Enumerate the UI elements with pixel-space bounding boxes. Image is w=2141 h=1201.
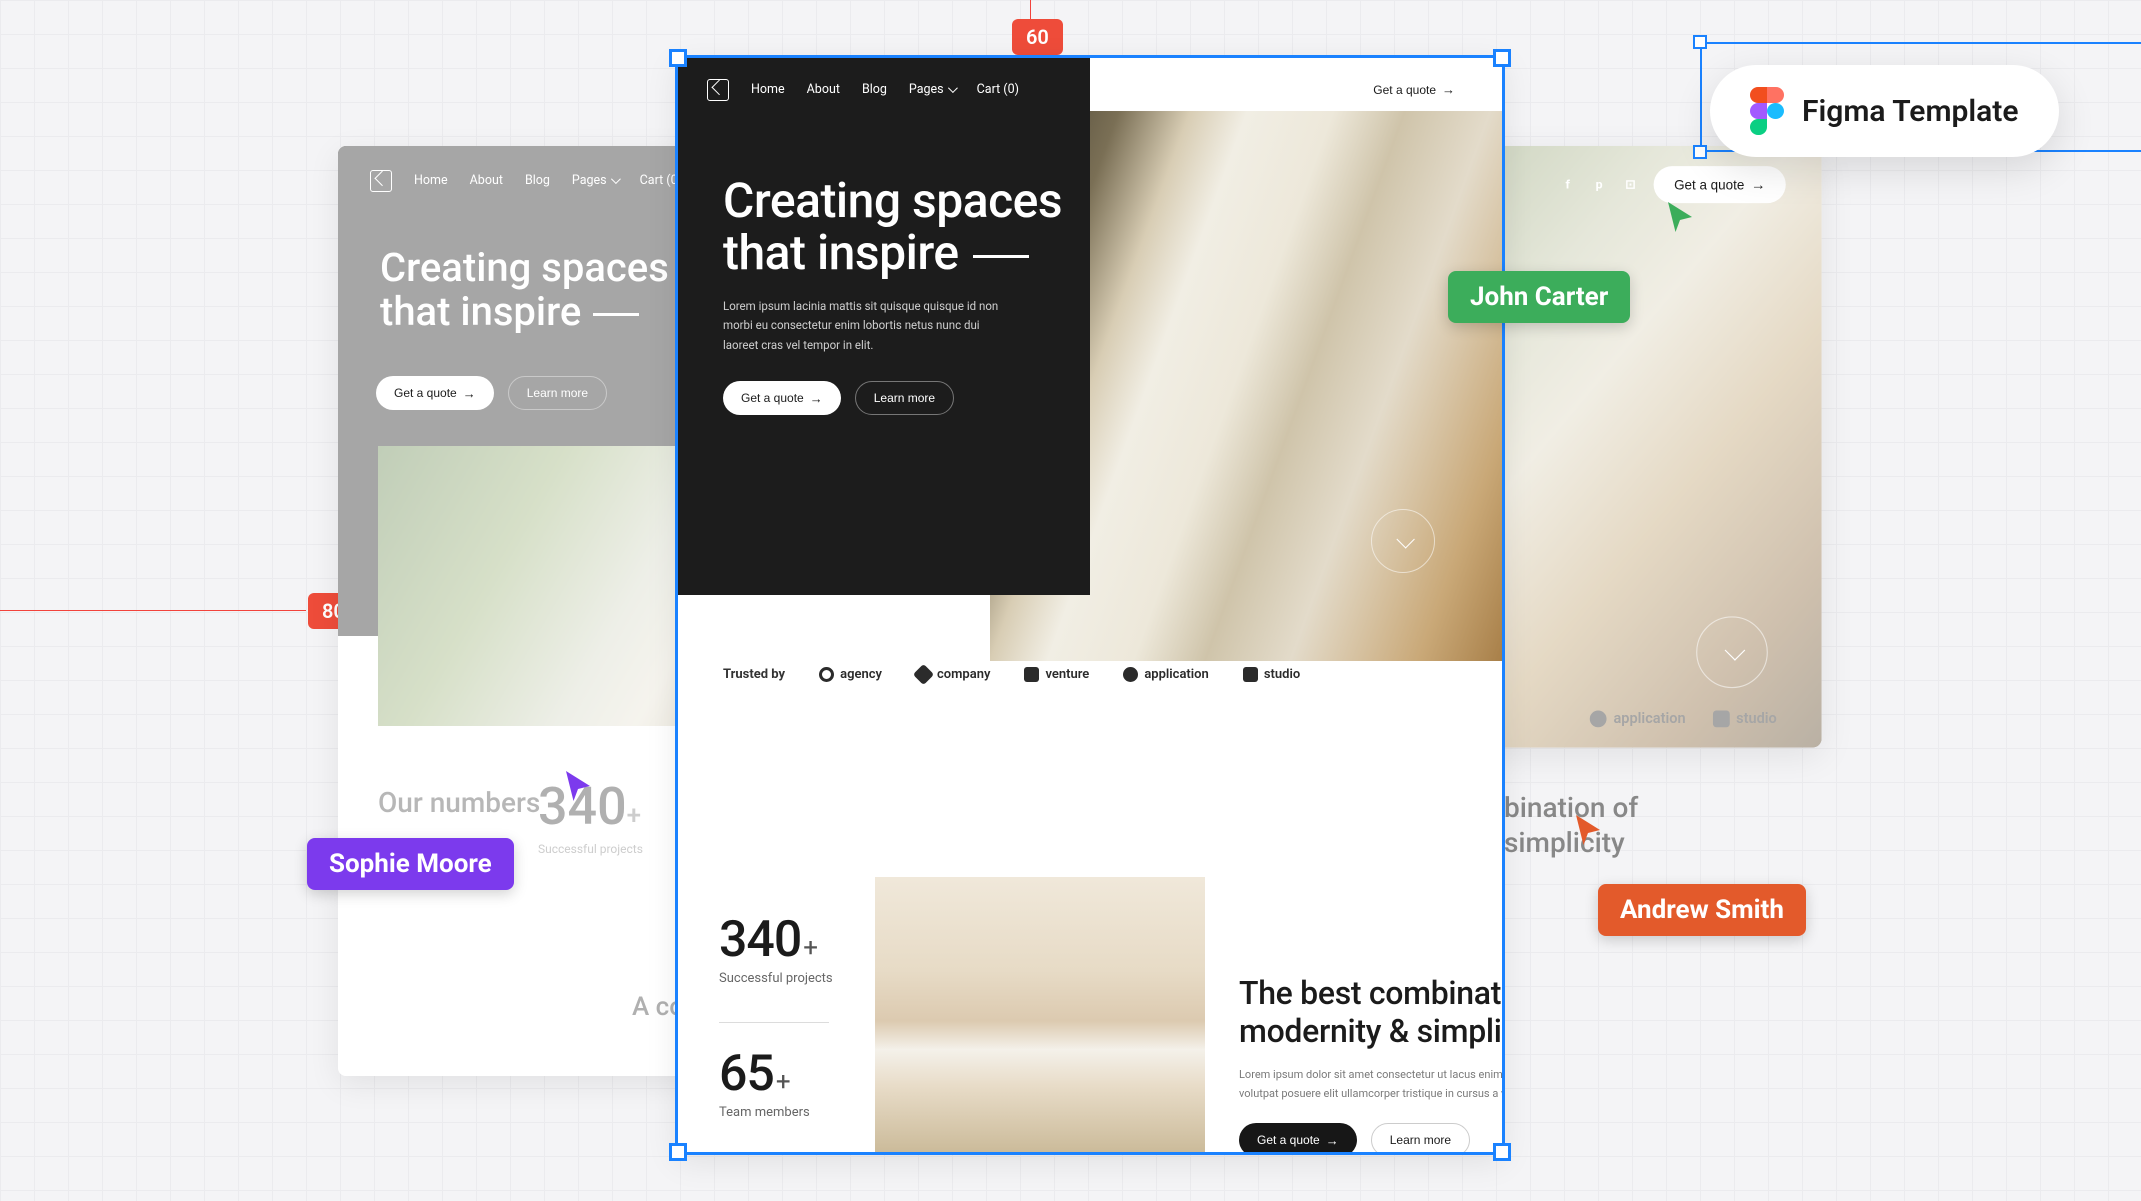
figma-template-pill[interactable]: Figma Template [1710, 65, 2059, 157]
collaborator-name-tag: Sophie Moore [307, 838, 514, 890]
collaborator-sophie: Sophie Moore [307, 838, 514, 890]
figma-pill-label: Figma Template [1802, 94, 2019, 129]
trusted-label: Trusted by [723, 667, 785, 682]
resize-handle-bl[interactable] [1693, 145, 1707, 159]
brand-studio: studio [1243, 667, 1300, 682]
hero-title: Creating spaces that inspire [723, 175, 1090, 279]
brand-venture: venture [1024, 667, 1089, 682]
logo-icon [707, 79, 729, 101]
nav-about[interactable]: About [470, 173, 503, 188]
measurement-top: 60 [1012, 19, 1063, 55]
get-quote-button[interactable]: Get a quote [1355, 73, 1473, 106]
learn-more-button[interactable]: Learn more [1371, 1123, 1470, 1155]
stat-number: 340+ [719, 911, 833, 969]
brand-application: application [1123, 667, 1209, 682]
logo-icon [370, 170, 392, 192]
facebook-icon[interactable]: f [1560, 177, 1576, 193]
hero-description: Lorem ipsum lacinia mattis sit quisque q… [723, 297, 1013, 356]
nav-pages[interactable]: Pages [909, 82, 955, 97]
about-desc: Lorem ipsum dolor sit amet consectetur u… [1239, 1065, 1505, 1104]
brand-agency: agency [819, 667, 882, 682]
artboard-main[interactable]: Creating spaces that inspire Lorem ipsum… [675, 55, 1505, 1155]
nav-home[interactable]: Home [414, 173, 448, 188]
kitchen-image [875, 877, 1205, 1155]
get-quote-button[interactable]: Get a quote [1239, 1123, 1357, 1155]
stat-label: Successful projects [538, 842, 643, 856]
pinterest-icon[interactable]: p [1271, 83, 1285, 97]
collaborator-andrew: Andrew Smith [1598, 884, 1806, 936]
pinterest-icon[interactable]: p [1591, 177, 1607, 193]
brand-company: company [916, 667, 990, 682]
trusted-by-row: Trusted by agency company venture applic… [675, 667, 1505, 682]
about-section: The best combination of modernity & simp… [1239, 975, 1505, 1155]
stats-block: 340+ Successful projects 65+ Team member… [719, 911, 833, 1155]
stat-label: Team members [719, 1105, 833, 1120]
get-quote-button[interactable]: Get a quote [723, 381, 841, 415]
collaborator-name-tag: John Carter [1448, 271, 1630, 323]
figma-logo-icon [1750, 87, 1784, 135]
get-quote-button[interactable]: Get a quote [376, 376, 494, 410]
instagram-icon[interactable]: ⊡ [1623, 177, 1639, 193]
our-numbers-label: Our numbers [378, 786, 540, 820]
about-heading: The best combination of modernity & simp… [1239, 975, 1505, 1051]
linkedin-icon[interactable]: in [1327, 83, 1341, 97]
scroll-down-icon[interactable] [1696, 616, 1768, 688]
stat-number: 65+ [719, 1045, 833, 1103]
nav-bar: Home About Blog Pages Cart (0) f p ⊡ in … [675, 55, 1505, 124]
nav-blog[interactable]: Blog [525, 173, 550, 188]
learn-more-button[interactable]: Learn more [508, 376, 607, 410]
learn-more-button[interactable]: Learn more [855, 381, 954, 415]
instagram-icon[interactable]: ⊡ [1299, 83, 1313, 97]
resize-handle-tl[interactable] [1693, 35, 1707, 49]
get-quote-button[interactable]: Get a quote [1654, 166, 1786, 203]
facebook-icon[interactable]: f [1243, 83, 1257, 97]
nav-blog[interactable]: Blog [862, 82, 887, 97]
collaborator-john: John Carter [1448, 271, 1630, 323]
scroll-down-icon[interactable] [1371, 509, 1435, 573]
nav-about[interactable]: About [807, 82, 840, 97]
nav-cart[interactable]: Cart (0) [977, 82, 1019, 97]
collaborator-name-tag: Andrew Smith [1598, 884, 1806, 936]
hero-panel: Creating spaces that inspire Lorem ipsum… [675, 55, 1090, 595]
stat-label: Successful projects [719, 971, 833, 986]
horizontal-guide [0, 610, 306, 611]
nav-pages[interactable]: Pages [572, 173, 618, 188]
nav-home[interactable]: Home [751, 82, 785, 97]
